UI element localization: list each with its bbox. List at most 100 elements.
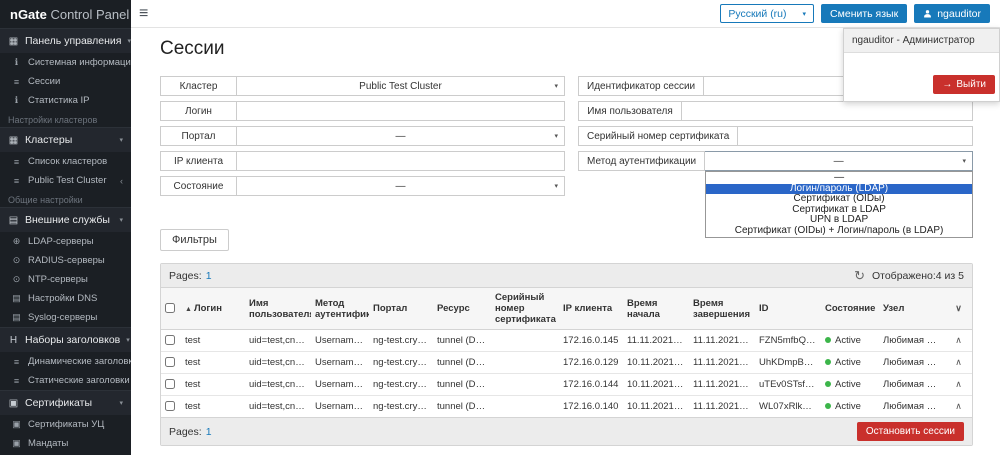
sidebar-group-dashboard[interactable]: ▦ Панель управления ▾ (0, 28, 131, 53)
cluster-select[interactable]: Public Test Cluster ▾ (237, 76, 565, 96)
sidebar-item-label: Системная информация (28, 57, 136, 68)
sidebar-item-syslog-servers[interactable]: ▤ Syslog-серверы (0, 308, 131, 327)
column-client-ip[interactable]: IP клиента (559, 288, 623, 330)
state-select[interactable]: — ▾ (237, 176, 565, 196)
change-language-button[interactable]: Сменить язык (821, 4, 907, 23)
sidebar-item-static-headers[interactable]: ≡ Статические заголовки (0, 371, 131, 390)
sidebar-item-ntp-servers[interactable]: ⊙ NTP-серверы (0, 270, 131, 289)
row-collapse-chevron-icon[interactable]: ∧ (945, 374, 972, 396)
column-start-time[interactable]: Время начала (623, 288, 689, 330)
sidebar-item-system-info[interactable]: ℹ Системная информация (0, 53, 131, 72)
sidebar-item-label: Public Test Cluster (28, 175, 107, 186)
sidebar-group-clusters[interactable]: ▦ Кластеры ▾ (0, 127, 131, 152)
user-menu-panel: ngauditor - Администратор → Выйти (843, 28, 1000, 102)
user-menu-body: → Выйти (844, 53, 999, 101)
sidebar-item-label: Настройки DNS (28, 293, 97, 304)
sidebar-item-ip-stats[interactable]: ℹ Статистика IP (0, 91, 131, 110)
row-collapse-chevron-icon[interactable]: ∧ (945, 396, 972, 418)
sidebar-group-certificates[interactable]: ▣ Сертификаты ▾ (0, 390, 131, 415)
username-input[interactable] (682, 101, 973, 121)
column-portal[interactable]: Портал (369, 288, 433, 330)
column-end-time[interactable]: Время завершения (689, 288, 755, 330)
status-active-icon (825, 359, 831, 365)
topbar: ≡ Русский (ru) ▾ Сменить язык ngauditor (131, 0, 1000, 28)
column-id[interactable]: ID (755, 288, 821, 330)
auth-method-select[interactable]: — ▾ (705, 151, 973, 171)
radius-icon: ⊙ (11, 255, 22, 266)
cell-username: uid=test,cn=u... (245, 396, 311, 418)
cell-state: Active (821, 352, 879, 374)
status-active-icon (825, 337, 831, 343)
sidebar-item-label: Сертификаты УЦ (28, 419, 104, 430)
row-checkbox[interactable] (165, 335, 175, 345)
auth-option-certificate-in-ldap[interactable]: Сертификат в LDAP (706, 205, 972, 216)
cluster-value: Public Test Cluster (359, 81, 442, 92)
column-username[interactable]: Имя пользователя (245, 288, 311, 330)
cell-node: Любимая нода (879, 396, 945, 418)
row-checkbox[interactable] (165, 401, 175, 411)
sidebar-item-label: LDAP-серверы (28, 236, 94, 247)
sidebar: nGate Control Panel ▦ Панель управления … (0, 0, 131, 455)
ldap-icon: ⊕ (11, 236, 22, 247)
table-header-row: ▲Логин Имя пользователя Метод аутентифик… (161, 288, 972, 330)
sidebar-item-ca-certificates[interactable]: ▣ Сертификаты УЦ (0, 415, 131, 434)
cell-resource: tunnel (Dyna... (433, 396, 491, 418)
column-login[interactable]: ▲Логин (181, 288, 245, 330)
user-menu-button[interactable]: ngauditor (914, 4, 990, 23)
clusters-icon: ▦ (8, 135, 19, 146)
sidebar-group-external-services[interactable]: ▤ Внешние службы ▾ (0, 207, 131, 232)
pages-label: Pages: (169, 270, 202, 282)
cell-username: uid=test,cn=u... (245, 374, 311, 396)
menu-toggle-icon[interactable]: ≡ (139, 6, 148, 22)
sidebar-item-radius-servers[interactable]: ⊙ RADIUS-серверы (0, 251, 131, 270)
chevron-down-icon: ▾ (803, 10, 807, 18)
sidebar-item-mandates[interactable]: ▣ Мандаты (0, 434, 131, 453)
sidebar-item-ldap-servers[interactable]: ⊕ LDAP-серверы (0, 232, 131, 251)
column-node[interactable]: Узел (879, 288, 945, 330)
table-row: test uid=test,cn=u... Username/pa... ng-… (161, 374, 972, 396)
column-cert-serial[interactable]: Серийный номер сертификата (491, 288, 559, 330)
row-collapse-chevron-icon[interactable]: ∧ (945, 330, 972, 352)
cert-serial-input[interactable] (738, 126, 973, 146)
column-resource[interactable]: Ресурс (433, 288, 491, 330)
select-all-checkbox[interactable] (165, 303, 175, 313)
sidebar-group-header-sets[interactable]: H Наборы заголовков ▾ (0, 327, 131, 352)
sidebar-item-label: Сессии (28, 76, 60, 87)
auth-method-value: — (834, 156, 844, 167)
refresh-icon[interactable]: ↻ (854, 269, 865, 282)
column-state[interactable]: Состояние (821, 288, 879, 330)
row-checkbox[interactable] (165, 357, 175, 367)
stop-sessions-button[interactable]: Остановить сессии (857, 422, 964, 441)
row-checkbox[interactable] (165, 379, 175, 389)
sidebar-item-dns-settings[interactable]: ▤ Настройки DNS (0, 289, 131, 308)
sidebar-item-dynamic-headers[interactable]: ≡ Динамические заголовки (0, 352, 131, 371)
auth-option-upn-in-ldap[interactable]: UPN в LDAP (706, 215, 972, 226)
chevron-down-icon: ▾ (554, 82, 558, 90)
cell-node: Любимая нода (879, 330, 945, 352)
login-input[interactable] (237, 101, 565, 121)
sidebar-item-public-test-cluster[interactable]: ≡ Public Test Cluster ‹ (0, 171, 131, 190)
cell-auth-method: Username/pa... (311, 352, 369, 374)
cell-login: test (181, 396, 245, 418)
expand-all-chevron-icon[interactable]: ∨ (945, 288, 972, 330)
page-number-link[interactable]: 1 (206, 426, 212, 438)
sessions-table: ▲Логин Имя пользователя Метод аутентифик… (161, 288, 972, 417)
filters-button[interactable]: Фильтры (160, 229, 229, 251)
auth-option-certificate-oids[interactable]: Сертификат (OIDы) (706, 194, 972, 205)
row-collapse-chevron-icon[interactable]: ∧ (945, 352, 972, 374)
portal-select[interactable]: — ▾ (237, 126, 565, 146)
sidebar-item-sessions[interactable]: ≡ Сессии (0, 72, 131, 91)
sidebar-section-general-settings: Общие настройки (0, 190, 131, 207)
page-number-link[interactable]: 1 (206, 270, 212, 282)
auth-option-certificate-plus-login[interactable]: Сертификат (OIDы) + Логин/пароль (в LDAP… (706, 226, 972, 237)
sidebar-item-cluster-list[interactable]: ≡ Список кластеров (0, 152, 131, 171)
language-select[interactable]: Русский (ru) ▾ (720, 4, 814, 23)
client-ip-input[interactable] (237, 151, 565, 171)
cluster-label: Кластер (160, 76, 237, 96)
dns-icon: ▤ (11, 293, 22, 304)
logout-button[interactable]: → Выйти (933, 75, 995, 94)
auth-option-login-password-ldap[interactable]: Логин/пароль (LDAP) (706, 184, 972, 195)
column-auth-method[interactable]: Метод аутентификации (311, 288, 369, 330)
certificate-icon: ▣ (11, 419, 22, 430)
auth-option-none[interactable]: — (706, 173, 972, 184)
